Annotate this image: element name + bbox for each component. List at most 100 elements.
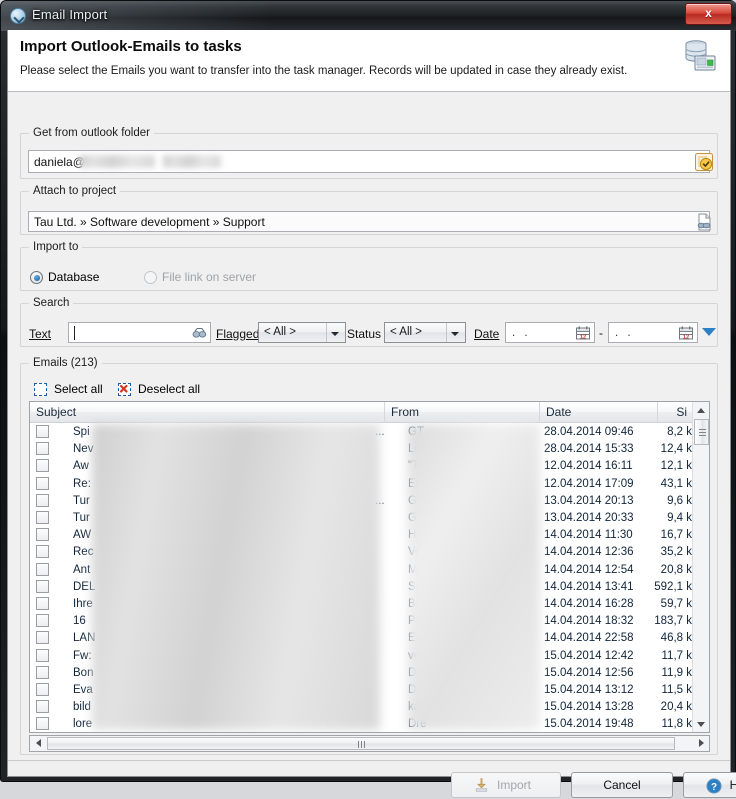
table-row[interactable]: NevLiv28.04.2014 15:3312,4 k — [30, 440, 709, 457]
row-checkbox[interactable] — [36, 683, 49, 696]
cell-subject: lore — [73, 716, 373, 732]
chevron-left-icon — [36, 739, 41, 747]
search-date-from-input[interactable]: . . 12 — [505, 322, 595, 343]
deselect-all-button[interactable]: Deselect all — [116, 381, 216, 399]
row-checkbox[interactable] — [36, 511, 49, 524]
cell-subject: Tur — [73, 510, 373, 526]
expand-filter-arrow-icon[interactable] — [702, 328, 716, 336]
table-row[interactable]: Aw"Th12.04.2014 16:1112,1 k — [30, 457, 709, 474]
table-row[interactable]: DELSch14.04.2014 13:41592,1 k — [30, 578, 709, 595]
outlook-folder-picker-button[interactable] — [694, 152, 714, 172]
calendar-icon[interactable]: 12 — [678, 325, 694, 341]
table-row[interactable]: 16Pa14.04.2014 18:32183,7 k — [30, 612, 709, 629]
row-checkbox[interactable] — [36, 614, 49, 627]
table-row[interactable]: Fw:ve15.04.2014 12:4211,7 k — [30, 647, 709, 664]
date-range-separator: - — [599, 326, 603, 340]
emails-table-body: SpiGT28.04.2014 09:468,2 k...NevLiv28.04… — [30, 423, 709, 732]
cell-from: Em — [408, 630, 538, 646]
red-x-checkbox-icon — [118, 383, 131, 396]
status-select-divider — [446, 323, 447, 342]
cell-size: 12,4 k — [622, 441, 692, 457]
row-checkbox[interactable] — [36, 459, 49, 472]
column-header-size[interactable]: Si — [658, 402, 693, 422]
table-row[interactable]: bildkat15.04.2014 13:2820,4 k — [30, 698, 709, 715]
table-row[interactable]: RecVe14.04.2014 12:3635,2 k — [30, 543, 709, 560]
row-checkbox[interactable] — [36, 528, 49, 541]
help-button[interactable]: ?Help — [683, 772, 736, 798]
search-text-input[interactable] — [68, 322, 211, 343]
search-status-value: < All > — [390, 326, 422, 338]
row-checkbox[interactable] — [36, 563, 49, 576]
project-select-icon[interactable] — [694, 212, 714, 232]
search-flagged-select[interactable]: < All > — [258, 322, 346, 343]
row-checkbox[interactable] — [36, 649, 49, 662]
cell-from: GT — [408, 424, 538, 440]
cell-subject-ellipsis: ... — [375, 493, 391, 509]
outlook-folder-input[interactable]: daniela@ — [28, 150, 710, 173]
table-row[interactable]: AntMic14.04.2014 12:5420,8 k — [30, 561, 709, 578]
empty-checkbox-icon — [34, 383, 47, 396]
title-bar[interactable]: Email Import x — [1, 1, 736, 31]
row-checkbox[interactable] — [36, 425, 49, 438]
cancel-button-label: Cancel — [572, 773, 672, 799]
clock-icon — [10, 8, 26, 24]
search-date-to-input[interactable]: . . 12 — [608, 322, 698, 343]
column-header-date[interactable]: Date — [540, 402, 658, 422]
table-row[interactable]: LANEm14.04.2014 22:5846,8 k — [30, 629, 709, 646]
scroll-left-button[interactable] — [30, 735, 46, 751]
scroll-down-button[interactable] — [693, 716, 709, 732]
search-text-label: Text — [29, 327, 51, 341]
search-status-label-text: Status — [347, 327, 381, 341]
binoculars-icon[interactable] — [192, 326, 207, 340]
table-row[interactable]: BonDre15.04.2014 12:5611,9 k — [30, 664, 709, 681]
emails-vertical-scrollbar[interactable] — [692, 402, 709, 732]
search-status-select[interactable]: < All > — [384, 322, 466, 343]
row-checkbox[interactable] — [36, 494, 49, 507]
select-all-button[interactable]: Select all — [32, 381, 112, 399]
row-checkbox[interactable] — [36, 700, 49, 713]
scroll-up-button[interactable] — [693, 402, 709, 418]
cell-from: Dre — [408, 682, 538, 698]
cell-size: 11,5 k — [622, 682, 692, 698]
search-text-caret — [74, 326, 75, 340]
import-button[interactable]: Import — [451, 772, 561, 798]
window-title: Email Import — [32, 7, 107, 22]
close-button[interactable]: x — [685, 3, 732, 25]
cell-subject: Ant — [73, 562, 373, 578]
row-checkbox[interactable] — [36, 442, 49, 455]
table-row[interactable]: TurGT13.04.2014 20:139,6 k... — [30, 492, 709, 509]
row-checkbox[interactable] — [36, 666, 49, 679]
horizontal-scroll-thumb[interactable] — [47, 737, 675, 750]
cancel-button[interactable]: Cancel — [571, 772, 673, 798]
table-row[interactable]: loreDre15.04.2014 19:4811,8 k — [30, 715, 709, 732]
row-checkbox[interactable] — [36, 717, 49, 730]
dialog-header: Import Outlook-Emails to tasks Please se… — [8, 30, 730, 92]
row-checkbox[interactable] — [36, 477, 49, 490]
cell-size: 35,2 k — [622, 544, 692, 560]
emails-horizontal-scrollbar[interactable] — [29, 735, 710, 752]
table-row[interactable]: EvaDre15.04.2014 13:1211,5 k — [30, 681, 709, 698]
cell-from: Dre — [408, 716, 538, 732]
calendar-icon[interactable]: 12 — [575, 325, 591, 341]
cell-from: Pa — [408, 613, 538, 629]
radio-database[interactable]: Database — [30, 269, 130, 287]
table-row[interactable]: Re:Eri12.04.2014 17:0943,1 k — [30, 475, 709, 492]
outlook-folder-redaction-a — [79, 155, 155, 168]
row-checkbox[interactable] — [36, 631, 49, 644]
table-row[interactable]: AWHo14.04.2014 11:3016,7 k — [30, 526, 709, 543]
column-header-subject[interactable]: Subject — [30, 402, 385, 422]
cell-subject: Tur — [73, 493, 373, 509]
cell-from: Mic — [408, 562, 538, 578]
project-input[interactable]: Tau Ltd. » Software development » Suppor… — [28, 211, 710, 232]
table-row[interactable]: SpiGT28.04.2014 09:468,2 k... — [30, 423, 709, 440]
table-row[interactable]: IhreBo14.04.2014 16:2859,7 k — [30, 595, 709, 612]
column-header-from[interactable]: From — [385, 402, 540, 422]
vertical-scroll-thumb[interactable] — [694, 419, 709, 445]
scroll-right-button[interactable] — [693, 735, 709, 751]
cell-size: 11,7 k — [622, 648, 692, 664]
cell-subject: Ihre — [73, 596, 373, 612]
row-checkbox[interactable] — [36, 545, 49, 558]
table-row[interactable]: TurGT13.04.2014 20:339,4 k — [30, 509, 709, 526]
row-checkbox[interactable] — [36, 597, 49, 610]
row-checkbox[interactable] — [36, 580, 49, 593]
